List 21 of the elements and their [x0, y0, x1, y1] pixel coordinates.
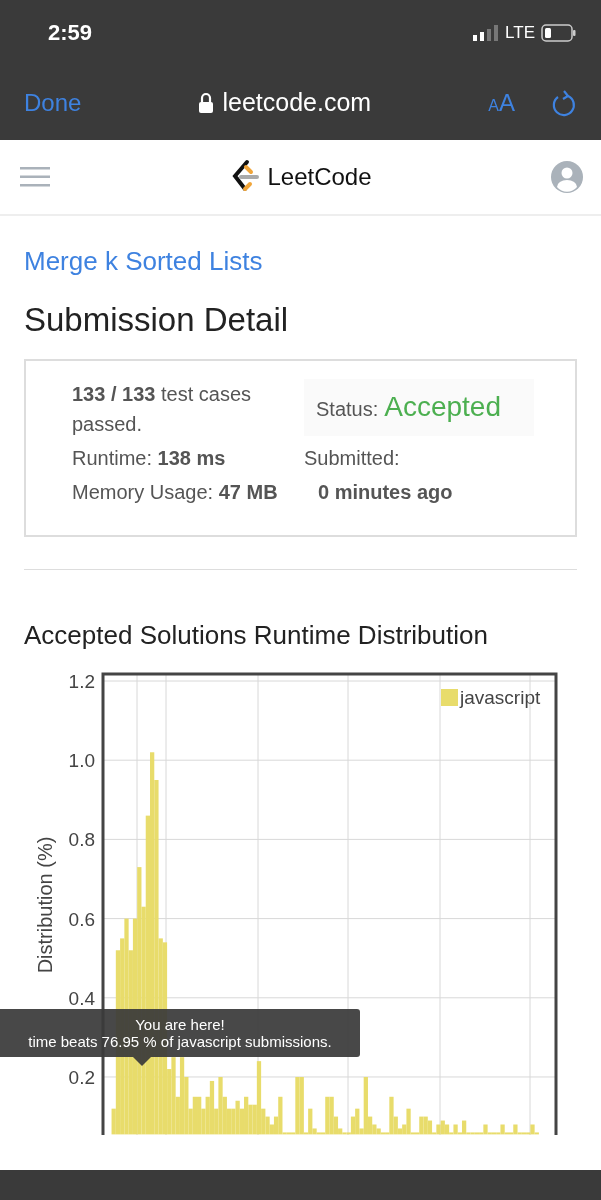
runtime-text: Runtime: 138 ms	[72, 446, 227, 471]
network-label: LTE	[505, 22, 535, 43]
status-value: Accepted	[384, 391, 501, 423]
tick-label: 0.4	[68, 987, 95, 1009]
tick-label: 1.0	[68, 750, 95, 772]
tick-label: 0.2	[68, 1067, 95, 1088]
tick-label: 1.2	[68, 671, 95, 692]
tooltip: You are here! time beats 76.95 % of javascript submissions.	[0, 1009, 360, 1057]
logo-text: LeetCode	[267, 163, 372, 191]
chart-title: Accepted Solutions Runtime Distribution	[24, 620, 489, 651]
cases-text: 133 / 133 test cases passed.	[72, 382, 253, 437]
status-label: Status:	[316, 397, 379, 422]
legend-label: javascript	[460, 687, 541, 708]
submitted-time: 0 minutes ago	[317, 480, 454, 505]
page-title: Submission Detail	[24, 301, 290, 339]
clock: 2:59	[48, 19, 93, 46]
memory-text: Memory Usage: 47 MB	[72, 480, 279, 505]
submitted-label: Submitted:	[304, 446, 401, 471]
tick-label: 0.6	[68, 908, 95, 930]
axis-label: Distribution (%)	[34, 836, 56, 974]
tick-label: 0.8	[68, 829, 95, 851]
